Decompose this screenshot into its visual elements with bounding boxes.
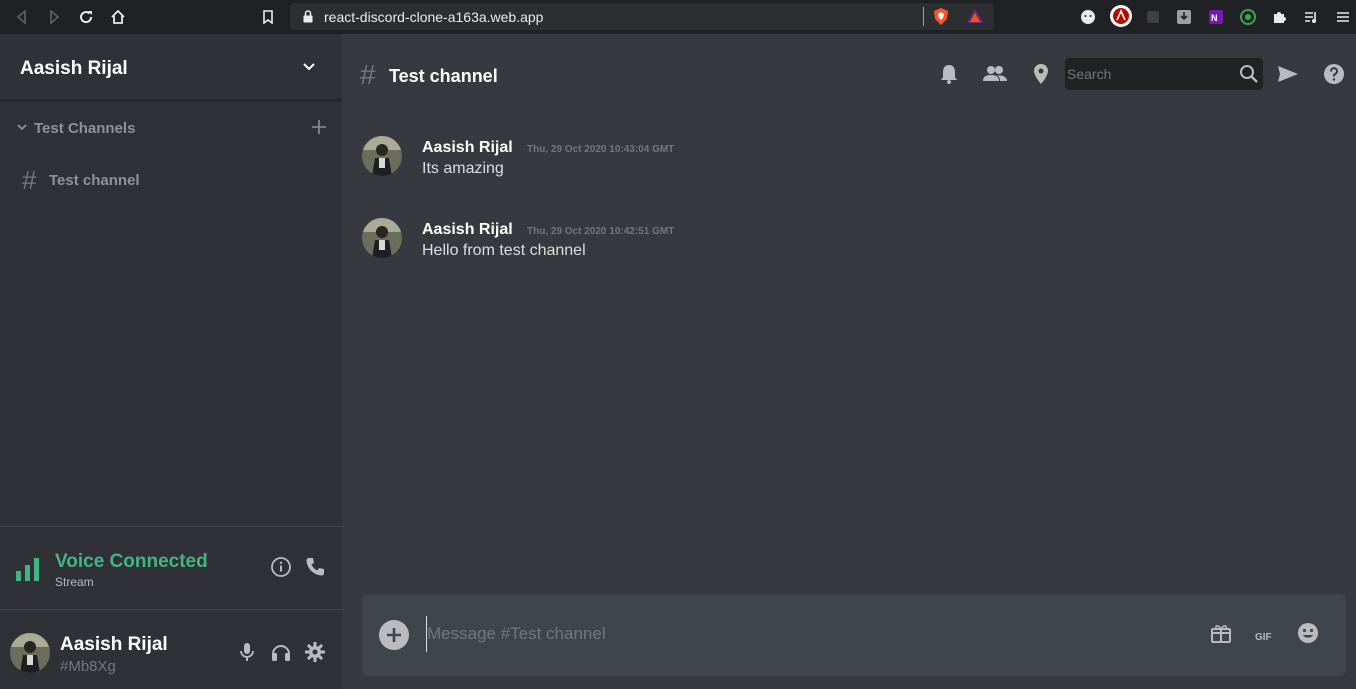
message-timestamp: Thu, 29 Oct 2020 10:42:51 GMT: [527, 226, 675, 237]
lock-icon: [302, 10, 314, 23]
signal-bars-icon: [16, 557, 42, 581]
user-tag: #Mb8Xg: [60, 658, 116, 675]
browser-toolbar: react-discord-clone-a163a.web.app N: [0, 0, 1356, 34]
home-icon[interactable]: [108, 7, 128, 27]
hash-icon: #: [22, 165, 37, 195]
url-text: react-discord-clone-a163a.web.app: [324, 9, 544, 25]
add-attachment-icon[interactable]: [379, 620, 409, 650]
pdf-extension-icon[interactable]: [1109, 4, 1133, 28]
message-input[interactable]: [426, 616, 1186, 652]
browser-menu-icon[interactable]: [1333, 7, 1353, 27]
hash-icon: #: [360, 59, 376, 90]
message-text: Hello from test channel: [422, 242, 586, 259]
target-extension-icon[interactable]: [1238, 7, 1258, 27]
server-header[interactable]: Aasish Rijal: [0, 34, 342, 102]
chevron-down-icon[interactable]: [300, 58, 318, 76]
help-icon[interactable]: [1323, 63, 1345, 85]
gif-label: GIF: [1255, 632, 1272, 643]
server-name: Aasish Rijal: [20, 58, 128, 79]
download-extension-icon[interactable]: [1174, 7, 1194, 27]
address-bar[interactable]: react-discord-clone-a163a.web.app: [290, 3, 994, 30]
gif-button[interactable]: GIF: [1255, 627, 1272, 645]
microphone-icon[interactable]: [237, 641, 257, 663]
channel-title: Test channel: [389, 66, 498, 86]
gear-icon[interactable]: [304, 641, 326, 663]
headphones-icon[interactable]: [270, 641, 292, 663]
back-icon[interactable]: [12, 7, 32, 27]
user-panel: Aasish Rijal #Mb8Xg: [0, 610, 342, 689]
phone-icon[interactable]: [304, 556, 326, 578]
voice-status-panel: Voice Connected Stream: [0, 526, 342, 610]
category-label: Test Channels: [34, 120, 136, 137]
chat-header: # Test channel: [342, 34, 1356, 114]
info-icon[interactable]: [270, 556, 292, 578]
media-queue-icon[interactable]: [1301, 7, 1321, 27]
onenote-extension-icon[interactable]: N: [1206, 7, 1226, 27]
bookmark-icon[interactable]: [258, 7, 278, 27]
location-pin-icon[interactable]: [1031, 63, 1051, 85]
gift-icon[interactable]: [1210, 622, 1232, 644]
avatar[interactable]: [362, 136, 402, 176]
chat-area: # Test channel Aasish Rijal Thu, 29: [342, 34, 1356, 689]
message-composer: GIF: [362, 594, 1346, 676]
message-item: Aasish Rijal Thu, 29 Oct 2020 10:42:51 G…: [362, 218, 1262, 268]
message-author[interactable]: Aasish Rijal: [422, 139, 513, 157]
search-input[interactable]: [1067, 58, 1232, 90]
sidebar-item-test-channel[interactable]: # Test channel: [22, 165, 322, 195]
brave-shield-icon[interactable]: [932, 7, 950, 26]
message-text: Its amazing: [422, 160, 504, 177]
message-timestamp: Thu, 29 Oct 2020 10:43:04 GMT: [527, 144, 675, 155]
voice-subtitle: Stream: [55, 575, 94, 589]
svg-text:N: N: [1211, 13, 1218, 23]
forward-icon[interactable]: [44, 7, 64, 27]
brave-rewards-icon[interactable]: [965, 7, 985, 26]
add-channel-icon[interactable]: [310, 118, 328, 136]
channel-category[interactable]: Test Channels: [16, 118, 332, 140]
avatar[interactable]: [362, 218, 402, 258]
bell-icon[interactable]: [939, 63, 959, 85]
channel-sidebar: Aasish Rijal Test Channels # Test channe…: [0, 34, 342, 689]
members-icon[interactable]: [983, 63, 1007, 85]
search-icon[interactable]: [1239, 64, 1259, 84]
message-author[interactable]: Aasish Rijal: [422, 221, 513, 239]
reload-icon[interactable]: [76, 7, 96, 27]
emoji-icon[interactable]: [1297, 622, 1319, 644]
channel-label: Test channel: [49, 172, 140, 189]
extension-dim-icon[interactable]: [1143, 7, 1163, 27]
extensions-puzzle-icon[interactable]: [1269, 7, 1289, 27]
message-item: Aasish Rijal Thu, 29 Oct 2020 10:43:04 G…: [362, 136, 1262, 186]
user-name: Aasish Rijal: [60, 634, 168, 655]
voice-status: Voice Connected: [55, 551, 208, 572]
extension-face-icon[interactable]: [1078, 7, 1098, 27]
chevron-down-icon[interactable]: [16, 121, 28, 133]
send-icon[interactable]: [1277, 63, 1299, 85]
search-box: [1065, 58, 1263, 90]
avatar[interactable]: [10, 633, 50, 673]
